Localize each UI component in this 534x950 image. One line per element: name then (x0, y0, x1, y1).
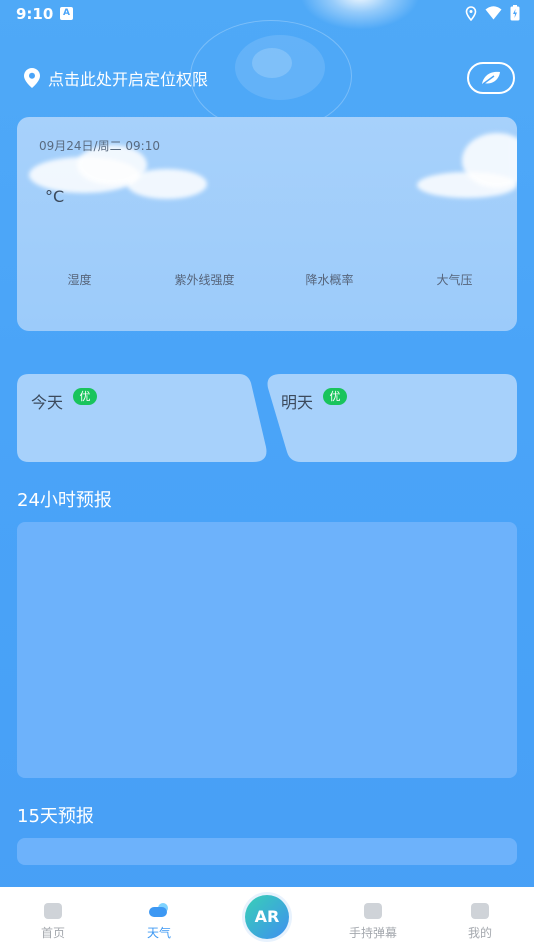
location-pin-icon (24, 68, 40, 88)
location-status-icon (465, 5, 477, 21)
nav-label-profile: 我的 (467, 926, 492, 940)
sun-halo (252, 48, 292, 78)
daily-forecast-title: 15天预报 (17, 806, 94, 827)
metric-uv: 紫外线强度 (174, 273, 235, 287)
today-aqi-badge: 优 (73, 388, 97, 405)
nav-label-home: 首页 (40, 926, 65, 940)
tomorrow-card-shape (267, 374, 517, 462)
status-icons (465, 5, 520, 21)
tomorrow-label: 明天 (281, 393, 314, 412)
nav-item-weather[interactable]: 天气 (119, 887, 199, 950)
danmaku-icon (364, 903, 382, 919)
cloud-decoration (127, 169, 207, 199)
date-time: 09月24日/周二 09:10 (39, 139, 160, 153)
metric-precipitation: 降水概率 (305, 273, 354, 287)
tomorrow-aqi-badge: 优 (323, 388, 347, 405)
wifi-icon (485, 6, 502, 20)
leaf-icon (482, 71, 500, 85)
weather-icon (149, 903, 168, 917)
weather-metrics: 湿度 紫外线强度 降水概率 大气压 (17, 271, 517, 288)
nav-item-profile[interactable]: 我的 (440, 887, 520, 950)
leaf-button[interactable] (467, 62, 515, 94)
profile-icon (471, 903, 489, 919)
nav-item-home[interactable]: 首页 (13, 887, 93, 950)
location-permission-prompt[interactable]: 点击此处开启定位权限 (24, 66, 208, 90)
current-weather-card: 09月24日/周二 09:10 °C 湿度 紫外线强度 降水概率 大气压 (17, 117, 517, 331)
metric-pressure: 大气压 (436, 273, 473, 287)
daily-forecast-panel[interactable] (17, 838, 517, 865)
status-time: 9:10 (16, 5, 54, 23)
today-label: 今天 (31, 393, 64, 412)
ar-button[interactable]: AR (245, 895, 289, 939)
tomorrow-card[interactable]: 明天 优 (267, 374, 517, 462)
today-card-shape (17, 374, 267, 462)
status-bar: 9:10 A (0, 0, 534, 28)
hourly-forecast-title: 24小时预报 (17, 490, 112, 511)
nav-label-danmaku: 手持弹幕 (348, 926, 397, 940)
notification-icon: A (60, 7, 73, 20)
hourly-forecast-panel[interactable] (17, 522, 517, 778)
location-text: 点击此处开启定位权限 (48, 70, 209, 89)
nav-label-weather: 天气 (146, 926, 171, 940)
home-icon (44, 903, 62, 919)
today-card[interactable]: 今天 优 (17, 374, 267, 462)
battery-icon (510, 5, 520, 21)
nav-item-danmaku[interactable]: 手持弹幕 (333, 887, 413, 950)
temperature-unit: °C (45, 187, 65, 206)
metric-humidity: 湿度 (67, 273, 92, 287)
